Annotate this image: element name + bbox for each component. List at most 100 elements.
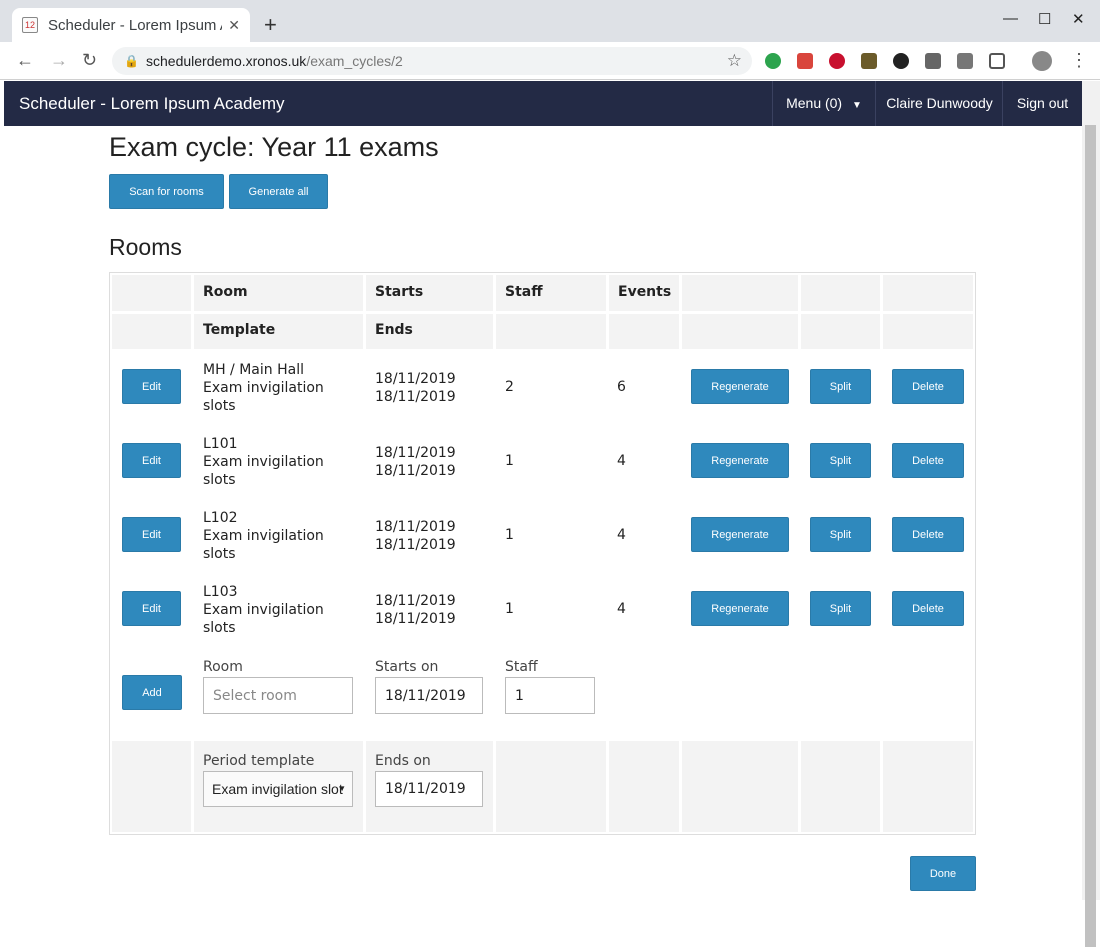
rooms-table: Room Starts Staff Events Template Ends E… bbox=[109, 272, 976, 835]
sign-out-link[interactable]: Sign out bbox=[1002, 81, 1082, 126]
edit-button[interactable]: Edit bbox=[122, 443, 181, 478]
split-button[interactable]: Split bbox=[810, 443, 871, 478]
header-cell bbox=[496, 314, 606, 349]
header-cell bbox=[682, 275, 798, 311]
table-row-room-template: L102 Exam invigilation slots bbox=[203, 509, 343, 563]
form-cell bbox=[112, 741, 191, 832]
form-cell bbox=[496, 741, 606, 832]
header-cell bbox=[801, 275, 880, 311]
browser-tab-strip: 12 Scheduler - Lorem Ipsum A ✕ + — ☐ ✕ bbox=[0, 0, 1100, 42]
period-template-select[interactable]: Exam invigilation slot ▼ bbox=[203, 771, 353, 807]
header-cell bbox=[883, 275, 973, 311]
calendar-favicon-icon: 12 bbox=[22, 17, 38, 33]
table-row-room-template: MH / Main Hall Exam invigilation slots bbox=[203, 361, 343, 415]
done-button[interactable]: Done bbox=[910, 856, 976, 891]
regenerate-button[interactable]: Regenerate bbox=[691, 517, 789, 552]
extension-mail-icon[interactable] bbox=[957, 53, 973, 69]
add-button[interactable]: Add bbox=[122, 675, 182, 710]
browser-menu-icon[interactable]: ⋮ bbox=[1070, 50, 1088, 71]
edit-button[interactable]: Edit bbox=[122, 369, 181, 404]
edit-button[interactable]: Edit bbox=[122, 591, 181, 626]
forward-icon[interactable]: → bbox=[50, 50, 68, 71]
reload-icon[interactable]: ↻ bbox=[82, 50, 97, 71]
split-button[interactable]: Split bbox=[810, 369, 871, 404]
end-date: 18/11/2019 bbox=[375, 537, 456, 553]
delete-button[interactable]: Delete bbox=[892, 517, 964, 552]
split-button[interactable]: Split bbox=[810, 591, 871, 626]
starts-on-input[interactable]: 18/11/2019 bbox=[375, 677, 483, 714]
period-template-label: Period template bbox=[203, 753, 315, 769]
header-cell bbox=[883, 314, 973, 349]
start-date: 18/11/2019 bbox=[375, 371, 456, 387]
url-path: /exam_cycles/2 bbox=[306, 53, 403, 69]
column-header-starts: Starts bbox=[375, 284, 424, 300]
split-button[interactable]: Split bbox=[810, 517, 871, 552]
minimize-icon[interactable]: — bbox=[1003, 10, 1018, 27]
delete-button[interactable]: Delete bbox=[892, 443, 964, 478]
table-row-room-template: L103 Exam invigilation slots bbox=[203, 583, 343, 637]
url-host: schedulerdemo.xronos.uk bbox=[146, 53, 307, 69]
window-close-icon[interactable]: ✕ bbox=[1072, 10, 1085, 28]
maximize-icon[interactable]: ☐ bbox=[1038, 10, 1051, 28]
extension-green-icon[interactable] bbox=[765, 53, 781, 69]
regenerate-button[interactable]: Regenerate bbox=[691, 369, 789, 404]
staff-count: 1 bbox=[505, 527, 514, 543]
extension-key-icon[interactable] bbox=[925, 53, 941, 69]
room-name: L102 bbox=[203, 510, 238, 526]
start-date: 18/11/2019 bbox=[375, 593, 456, 609]
delete-button[interactable]: Delete bbox=[892, 369, 964, 404]
column-header-template: Template bbox=[203, 322, 276, 338]
start-date: 18/11/2019 bbox=[375, 445, 456, 461]
close-tab-icon[interactable]: ✕ bbox=[228, 17, 240, 34]
regenerate-button[interactable]: Regenerate bbox=[691, 591, 789, 626]
page-scrollbar[interactable] bbox=[1082, 81, 1100, 947]
menu-dropdown[interactable]: Menu (0) ▼ bbox=[772, 81, 875, 126]
menu-label: Menu (0) bbox=[786, 95, 843, 111]
template-name: Exam invigilation slots bbox=[203, 602, 324, 636]
address-bar[interactable]: 🔒 schedulerdemo.xronos.uk/exam_cycles/2 … bbox=[112, 47, 752, 75]
user-link[interactable]: Claire Dunwoody bbox=[875, 81, 1003, 126]
extension-screenshot-icon[interactable] bbox=[989, 53, 1005, 69]
bookmark-star-icon[interactable]: ☆ bbox=[727, 47, 742, 75]
delete-button[interactable]: Delete bbox=[892, 591, 964, 626]
ends-on-input[interactable]: 18/11/2019 bbox=[375, 771, 483, 807]
header-cell bbox=[112, 314, 191, 349]
regenerate-button[interactable]: Regenerate bbox=[691, 443, 789, 478]
dates-cell: 18/11/2019 18/11/2019 bbox=[375, 518, 456, 554]
room-field-label: Room bbox=[203, 659, 243, 675]
starts-on-label: Starts on bbox=[375, 659, 439, 675]
form-cell bbox=[801, 741, 880, 832]
app-brand[interactable]: Scheduler - Lorem Ipsum Academy bbox=[19, 94, 285, 114]
back-icon[interactable]: ← bbox=[16, 50, 34, 71]
template-name: Exam invigilation slots bbox=[203, 380, 324, 414]
room-name: L101 bbox=[203, 436, 238, 452]
extension-red-icon[interactable] bbox=[797, 53, 813, 69]
staff-input[interactable]: 1 bbox=[505, 677, 595, 714]
end-date: 18/11/2019 bbox=[375, 463, 456, 479]
events-count: 6 bbox=[617, 379, 626, 395]
scrollbar-thumb[interactable] bbox=[1085, 125, 1096, 947]
page-content: Exam cycle: Year 11 exams Scan for rooms… bbox=[0, 126, 1082, 900]
form-cell bbox=[609, 741, 679, 832]
new-tab-icon[interactable]: + bbox=[264, 12, 277, 38]
period-template-value: Exam invigilation slot bbox=[212, 781, 343, 797]
room-select-input[interactable]: Select room bbox=[203, 677, 353, 714]
generate-all-button[interactable]: Generate all bbox=[229, 174, 328, 209]
browser-toolbar: ← → ↻ 🔒 schedulerdemo.xronos.uk/exam_cyc… bbox=[0, 42, 1100, 80]
browser-tab[interactable]: 12 Scheduler - Lorem Ipsum A ✕ bbox=[12, 8, 250, 42]
extension-house-icon[interactable] bbox=[861, 53, 877, 69]
profile-avatar-icon[interactable] bbox=[1032, 51, 1052, 71]
dropdown-caret-icon: ▼ bbox=[338, 784, 346, 793]
events-count: 4 bbox=[617, 453, 626, 469]
events-count: 4 bbox=[617, 601, 626, 617]
room-name: L103 bbox=[203, 584, 238, 600]
header-cell bbox=[609, 314, 679, 349]
start-date: 18/11/2019 bbox=[375, 519, 456, 535]
form-cell bbox=[682, 741, 798, 832]
adblock-icon[interactable] bbox=[829, 53, 845, 69]
scan-for-rooms-button[interactable]: Scan for rooms bbox=[109, 174, 224, 209]
extension-paw-icon[interactable] bbox=[893, 53, 909, 69]
column-header-staff: Staff bbox=[505, 284, 543, 300]
tab-title: Scheduler - Lorem Ipsum A bbox=[48, 16, 223, 34]
edit-button[interactable]: Edit bbox=[122, 517, 181, 552]
